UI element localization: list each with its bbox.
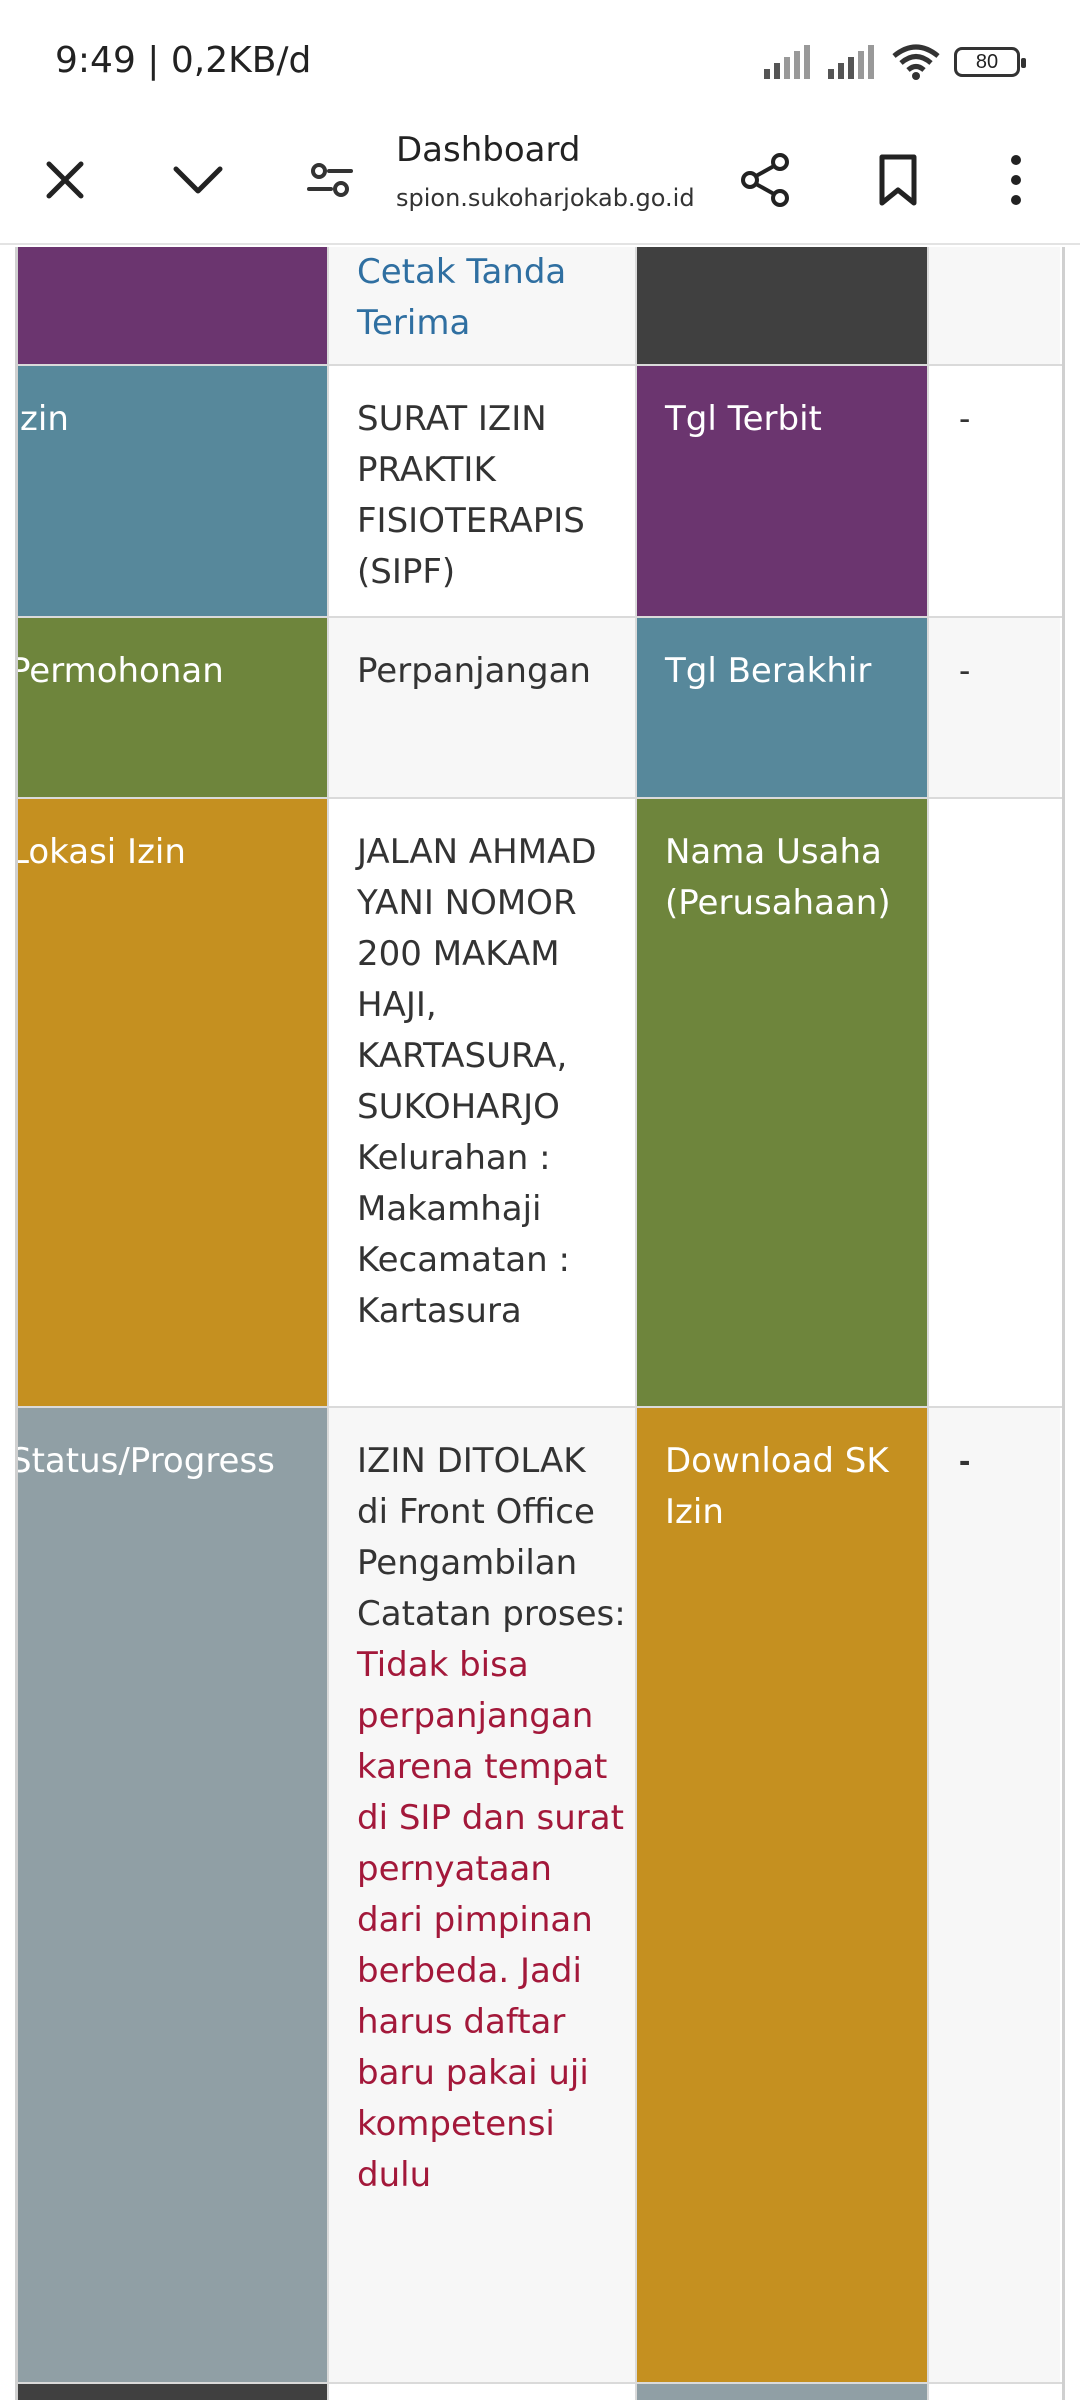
status-time: 9:49 | 0,2KB/d [55,40,312,81]
address-text: JALAN AHMAD YANI NOMOR 200 MAKAM HAJI, K… [357,832,597,1127]
note-label: Catatan proses: [357,1594,626,1634]
label-izin: Izin [18,399,69,439]
page-url: spion.sukoharjokab.go.id [396,184,695,212]
kecamatan-text: Kecamatan : Kartasura [357,1240,570,1331]
label-download-sk-izin: Download SK Izin [665,1441,889,1532]
tune-icon[interactable] [290,140,370,220]
signal-icon [828,45,874,79]
status-icons: 80 [764,40,1026,84]
value-lokasi-izin: JALAN AHMAD YANI NOMOR 200 MAKAM HAJI, K… [357,827,627,1337]
label-tgl-terbit: Tgl Terbit [665,399,822,439]
table-row: Permohonan Perpanjangan Tgl Berakhir - [18,618,1062,799]
print-receipt-link[interactable]: Cetak Tanda Terima [357,247,627,349]
kelurahan-text: Kelurahan : Makamhaji [357,1138,551,1229]
battery-icon: 80 [954,47,1026,77]
chevron-down-icon[interactable] [158,140,238,220]
process-note: Tidak bisa perpanjangan karena tempat di… [357,1645,624,2195]
value-tgl-terbit: - [959,400,971,438]
table-row: Status/Progress IZIN DITOLAK di Front Of… [18,1408,1062,2384]
browser-toolbar: Dashboard spion.sukoharjokab.go.id [0,120,1080,245]
close-icon[interactable] [25,140,105,220]
table-row [18,2384,1062,2400]
table-row: Lokasi Izin JALAN AHMAD YANI NOMOR 200 M… [18,799,1062,1408]
bookmark-icon[interactable] [858,140,938,220]
status-bar: 9:49 | 0,2KB/d 80 [0,0,1080,120]
share-icon[interactable] [726,140,806,220]
status-text: IZIN DITOLAK di Front Office Pengambilan [357,1441,595,1583]
signal-icon [764,45,810,79]
permit-detail-table: Cetak Tanda Terima Izin SURAT IZIN PRAKT… [0,247,1080,2400]
label-permohonan: Permohonan [18,651,224,691]
value-izin: SURAT IZIN PRAKTIK FISIOTERAPIS (SIPF) [357,399,585,592]
label-lokasi-izin: Lokasi Izin [18,832,186,872]
label-tgl-berakhir: Tgl Berakhir [665,651,872,691]
table-row: Cetak Tanda Terima [18,247,1062,366]
value-download-sk-izin: - [959,1442,971,1480]
value-status-progress: IZIN DITOLAK di Front Office Pengambilan… [357,1436,627,2201]
table-row: Izin SURAT IZIN PRAKTIK FISIOTERAPIS (SI… [18,366,1062,618]
wifi-icon [892,44,940,80]
page-title: Dashboard [396,130,581,170]
label-nama-usaha: Nama Usaha (Perusahaan) [665,832,891,923]
battery-level: 80 [975,50,999,73]
page-title-block[interactable]: Dashboard spion.sukoharjokab.go.id [396,128,696,216]
value-tgl-berakhir: - [959,652,971,690]
label-status-progress: Status/Progress [18,1441,275,1481]
more-vert-icon[interactable] [976,140,1056,220]
value-permohonan: Perpanjangan [357,651,591,691]
